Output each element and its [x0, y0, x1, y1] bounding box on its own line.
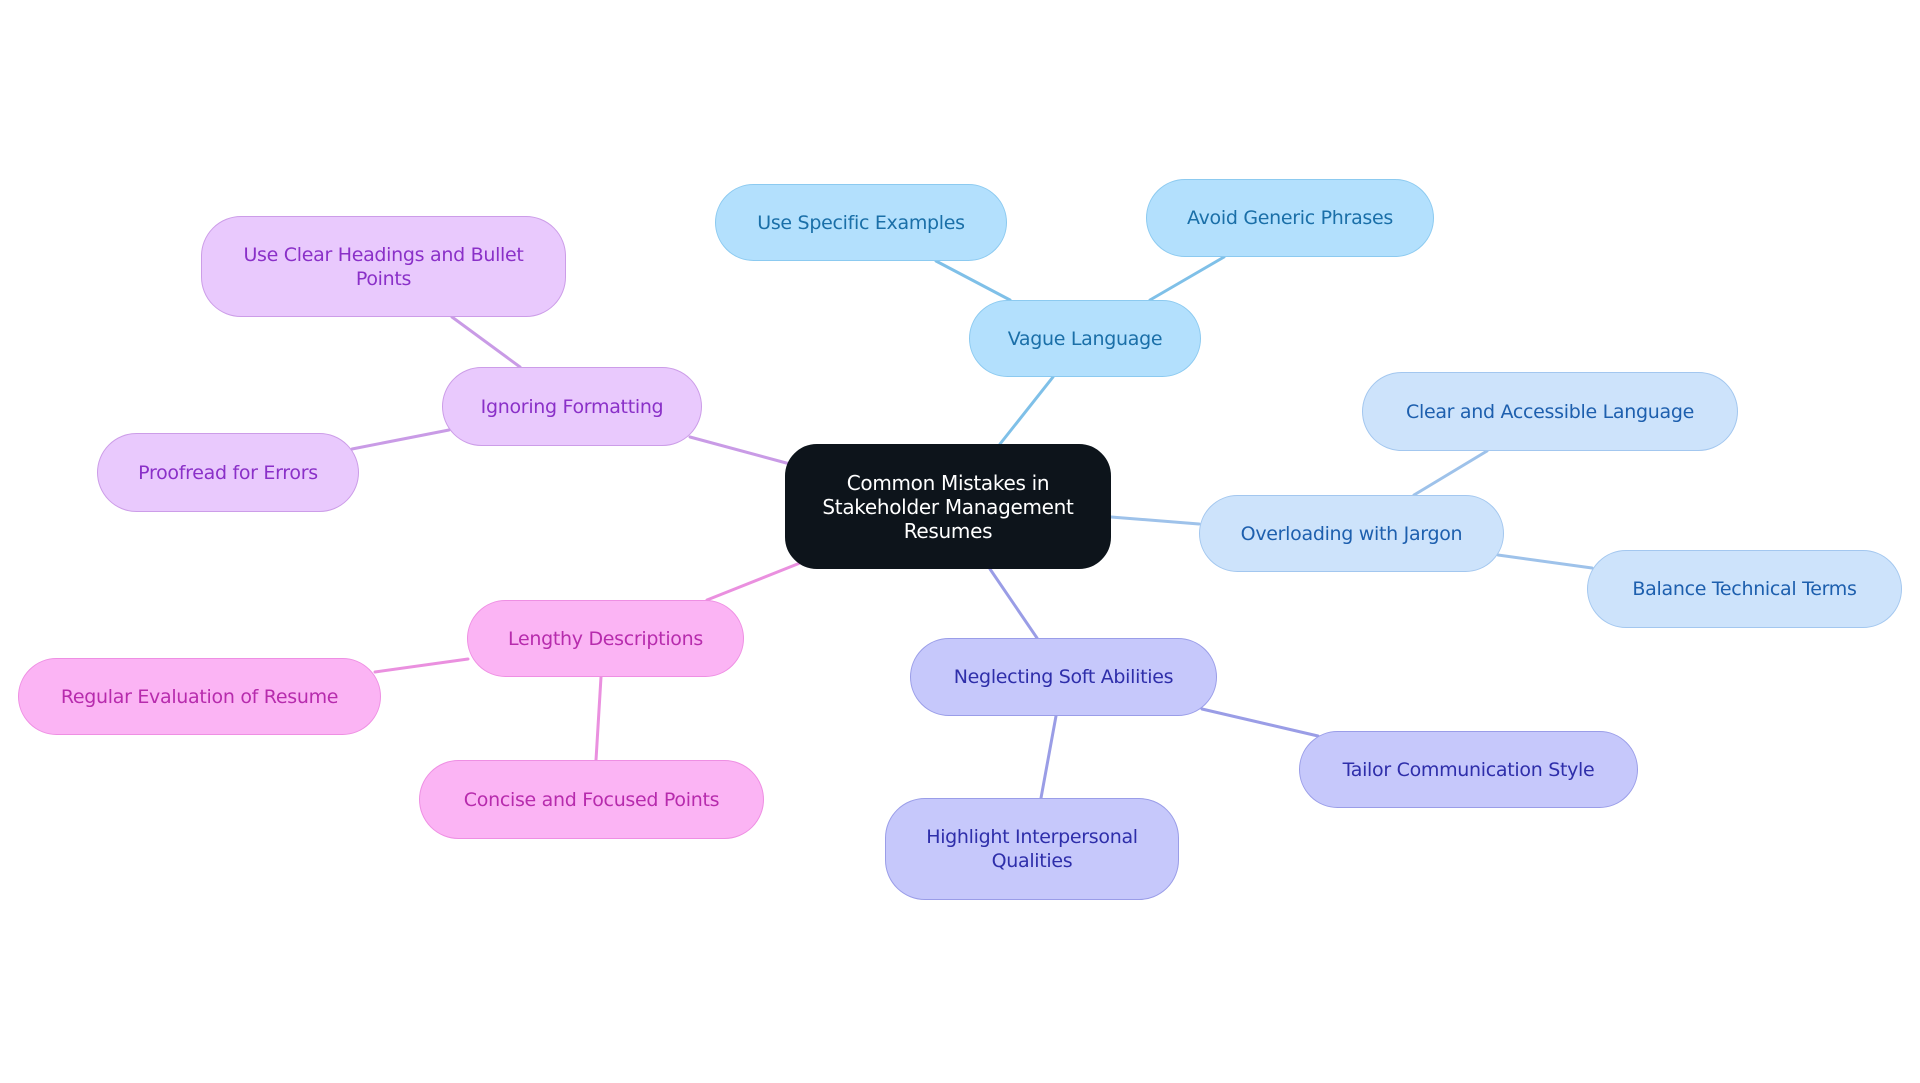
leaf-node-highlight-interpersonal-qualities[interactable]: Highlight Interpersonal Qualities [885, 798, 1179, 900]
node-label: Concise and Focused Points [463, 788, 720, 811]
edge-soft-to-soft-1 [1200, 707, 1320, 738]
leaf-node-concise-and-focused-points[interactable]: Concise and Focused Points [419, 760, 764, 839]
leaf-node-regular-evaluation-of-resume[interactable]: Regular Evaluation of Resume [18, 658, 381, 735]
mindmap-canvas: Common Mistakes in Stakeholder Managemen… [0, 0, 1920, 1083]
edge-format-to-format-2 [350, 428, 451, 451]
edge-vague-to-vague-2 [1148, 255, 1226, 302]
leaf-node-clear-and-accessible-language[interactable]: Clear and Accessible Language [1362, 372, 1738, 451]
node-label: Lengthy Descriptions [508, 627, 703, 650]
node-label: Avoid Generic Phrases [1187, 207, 1393, 229]
node-label: Use Clear Headings and Bullet Points [243, 243, 524, 290]
edge-jargon-to-jargon-2 [1496, 553, 1594, 570]
edge-root-to-lengthy [705, 561, 802, 602]
edge-lengthy-to-lengthy-2 [594, 675, 603, 762]
leaf-node-use-clear-headings[interactable]: Use Clear Headings and Bullet Points [201, 216, 566, 317]
root-node-label: Common Mistakes in Stakeholder Managemen… [822, 470, 1074, 543]
branch-node-vague-language[interactable]: Vague Language [969, 300, 1201, 377]
edge-soft-to-soft-2 [1039, 714, 1058, 800]
branch-node-neglecting-soft-abilities[interactable]: Neglecting Soft Abilities [910, 638, 1217, 716]
edge-jargon-to-jargon-1 [1412, 449, 1489, 497]
node-label: Clear and Accessible Language [1406, 400, 1694, 423]
node-label: Use Specific Examples [757, 211, 965, 234]
leaf-node-tailor-communication-style[interactable]: Tailor Communication Style [1299, 731, 1638, 808]
branch-node-lengthy-descriptions[interactable]: Lengthy Descriptions [467, 600, 744, 677]
node-label: Neglecting Soft Abilities [953, 666, 1174, 688]
branch-node-ignoring-formatting[interactable]: Ignoring Formatting [442, 367, 702, 446]
leaf-node-proofread-for-errors[interactable]: Proofread for Errors [97, 433, 359, 512]
node-label: Tailor Communication Style [1342, 758, 1595, 781]
edge-root-to-vague [998, 375, 1055, 446]
edge-root-to-soft [988, 567, 1039, 640]
leaf-node-use-specific-examples[interactable]: Use Specific Examples [715, 184, 1007, 261]
node-label: Regular Evaluation of Resume [60, 685, 339, 708]
edge-format-to-format-1 [450, 315, 522, 369]
node-label: Balance Technical Terms [1632, 578, 1857, 600]
leaf-node-balance-technical-terms[interactable]: Balance Technical Terms [1587, 550, 1902, 628]
branch-node-overloading-with-jargon[interactable]: Overloading with Jargon [1199, 495, 1504, 572]
leaf-node-avoid-generic-phrases[interactable]: Avoid Generic Phrases [1146, 179, 1434, 257]
edge-vague-to-vague-1 [934, 259, 1012, 302]
edge-lengthy-to-lengthy-1 [373, 657, 470, 674]
node-label: Highlight Interpersonal Qualities [926, 826, 1138, 872]
node-label: Ignoring Formatting [480, 395, 664, 418]
edge-root-to-format [688, 435, 792, 466]
root-node[interactable]: Common Mistakes in Stakeholder Managemen… [785, 444, 1111, 569]
node-label: Overloading with Jargon [1240, 522, 1463, 545]
node-label: Proofread for Errors [138, 461, 318, 484]
node-label: Vague Language [1007, 327, 1163, 350]
edge-root-to-jargon [1109, 515, 1201, 526]
